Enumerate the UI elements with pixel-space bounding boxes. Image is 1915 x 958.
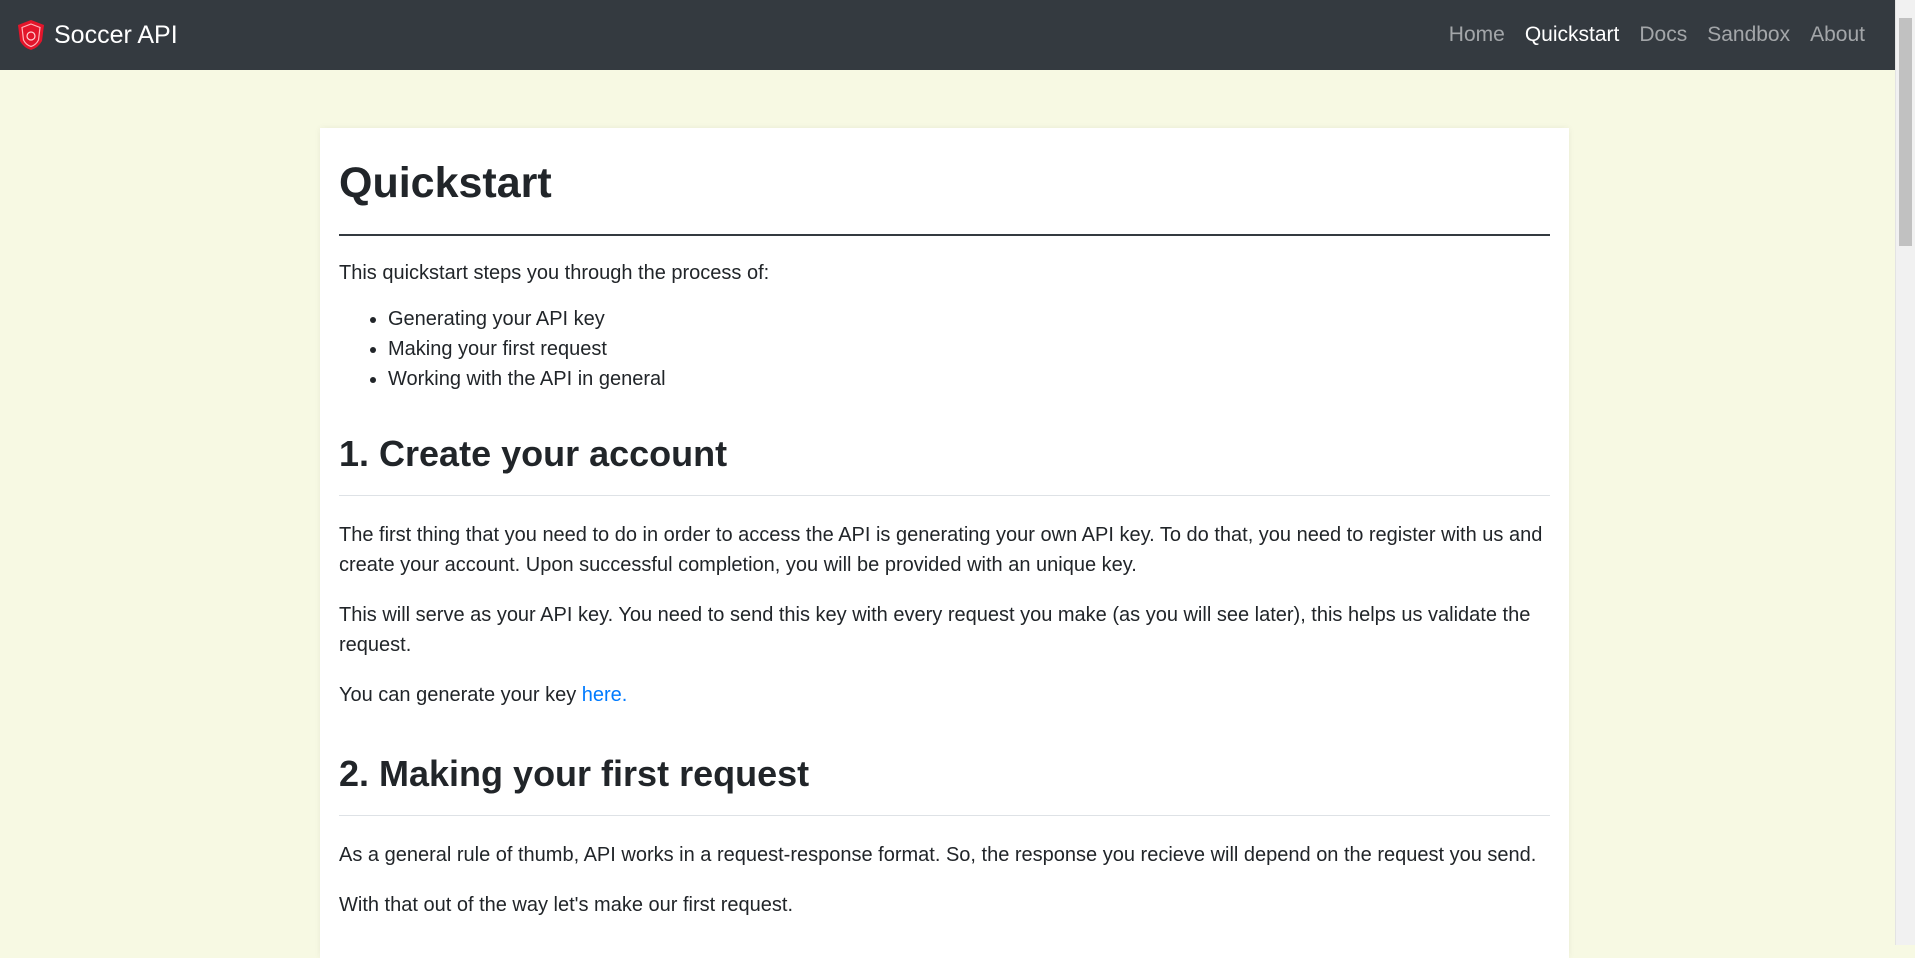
- section-heading: 2. Making your first request: [339, 752, 1550, 816]
- content-card: Quickstart This quickstart steps you thr…: [320, 128, 1569, 958]
- paragraph: The first thing that you need to do in o…: [339, 523, 1543, 576]
- list-item: Generating your API key: [388, 304, 1550, 334]
- vertical-scrollbar[interactable]: [1895, 0, 1915, 945]
- paragraph: With that out of the way let's make our …: [339, 893, 794, 916]
- nav-links: Home Quickstart Docs Sandbox About: [1449, 23, 1879, 47]
- intro-text: This quickstart steps you through the pr…: [339, 261, 770, 284]
- steps-list: Generating your API key Making your firs…: [339, 304, 1550, 394]
- page-title: Quickstart: [339, 158, 1550, 236]
- paragraph: This will serve as your API key. You nee…: [339, 603, 1531, 656]
- section-first-request: 2. Making your first request As a genera…: [339, 752, 1550, 920]
- paragraph: You can generate your key here.: [339, 680, 1550, 710]
- nav-quickstart[interactable]: Quickstart: [1525, 23, 1620, 47]
- list-item: Working with the API in general: [388, 364, 1550, 394]
- brand-link[interactable]: Soccer API: [16, 19, 178, 51]
- list-item: Making your first request: [388, 334, 1550, 364]
- scrollbar-thumb[interactable]: [1899, 18, 1912, 246]
- nav-docs[interactable]: Docs: [1639, 23, 1687, 47]
- nav-about[interactable]: About: [1810, 23, 1865, 47]
- nav-home[interactable]: Home: [1449, 23, 1505, 47]
- nav-sandbox[interactable]: Sandbox: [1707, 23, 1790, 47]
- brand-name: Soccer API: [54, 20, 178, 49]
- paragraph-text: You can generate your key: [339, 683, 582, 706]
- shield-logo-icon: [18, 20, 44, 50]
- paragraph: As a general rule of thumb, API works in…: [339, 843, 1537, 866]
- generate-key-link[interactable]: here.: [582, 684, 628, 706]
- top-navbar: Soccer API Home Quickstart Docs Sandbox …: [0, 0, 1895, 70]
- section-create-account: 1. Create your account The first thing t…: [339, 432, 1550, 710]
- section-heading: 1. Create your account: [339, 432, 1550, 496]
